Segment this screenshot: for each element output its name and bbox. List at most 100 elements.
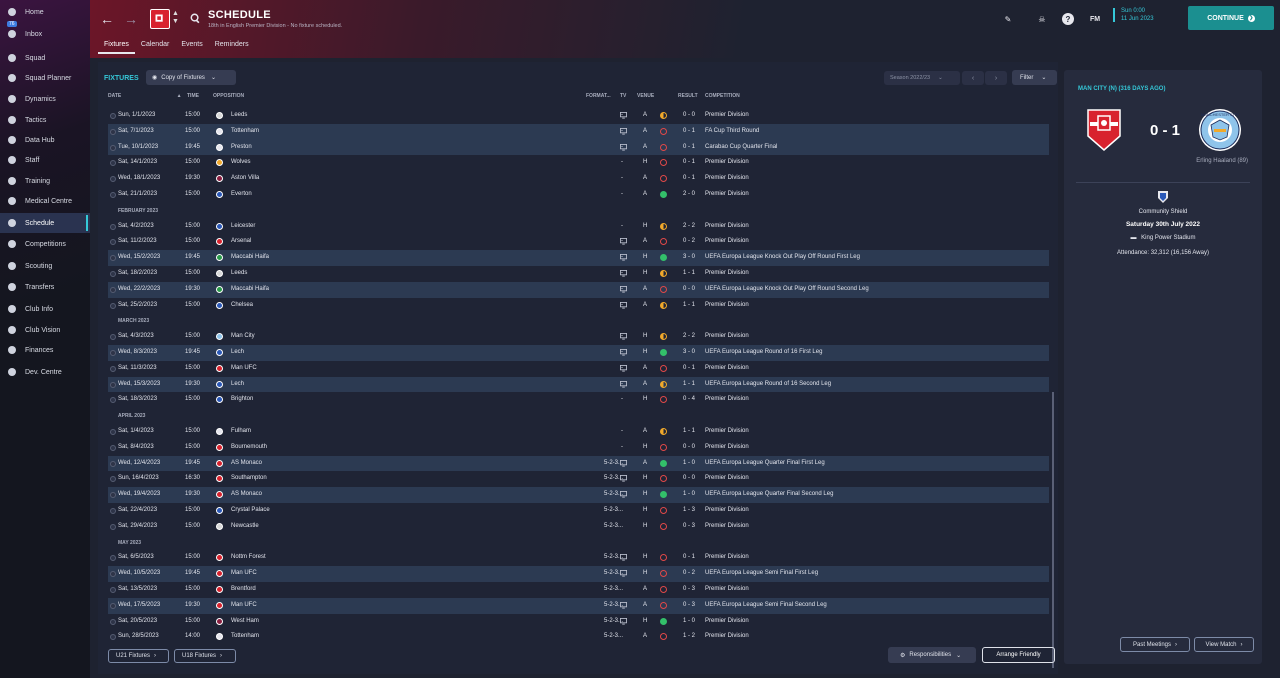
club-badge[interactable] [150, 9, 170, 29]
opponent-name[interactable]: Man City [231, 333, 255, 339]
row-select-icon[interactable] [110, 428, 116, 435]
opponent-name[interactable]: Brentford [231, 586, 256, 592]
tab-calendar[interactable]: Calendar [135, 40, 175, 54]
fixture-competition[interactable]: UEFA Europa League Round of 16 Second Le… [705, 381, 831, 387]
table-row[interactable]: Wed, 15/2/2023 19:45 Maccabi Haifa - H 3 - 0 U… [108, 250, 1049, 266]
sidebar-item-training[interactable]: Training [0, 171, 90, 191]
opponent-name[interactable]: AS Monaco [231, 491, 262, 497]
opponent-name[interactable]: Bournemouth [231, 444, 267, 450]
fixture-score[interactable]: 0 - 4 [680, 396, 698, 402]
table-row[interactable]: Sat, 11/2/2023 15:00 Arsenal - A 0 - 2 Premier… [108, 234, 1049, 250]
help-icon[interactable]: ? [1062, 13, 1074, 25]
fixture-score[interactable]: 1 - 0 [680, 491, 698, 497]
fixture-competition[interactable]: Premier Division [705, 396, 749, 402]
row-select-icon[interactable] [110, 349, 116, 356]
table-row[interactable]: Sat, 4/2/2023 15:00 Leicester - H 2 - 2 Premie… [108, 219, 1049, 235]
row-select-icon[interactable] [110, 255, 116, 262]
season-selector[interactable]: Season 2022/23 ⌄ [884, 71, 960, 85]
fixture-score[interactable]: 0 - 1 [680, 144, 698, 150]
season-prev-button[interactable]: ‹ [962, 71, 984, 85]
table-row[interactable]: Sat, 8/4/2023 15:00 Bournemouth - H 0 - 0 Prem… [108, 440, 1049, 456]
fixture-competition[interactable]: Premier Division [705, 159, 749, 165]
sidebar-item-tactics[interactable]: Tactics [0, 110, 90, 130]
fixture-score[interactable]: 0 - 1 [680, 175, 698, 181]
opponent-name[interactable]: AS Monaco [231, 460, 262, 466]
row-select-icon[interactable] [110, 555, 116, 562]
opponent-name[interactable]: Lech [231, 381, 244, 387]
sidebar-item-dev-centre[interactable]: Dev. Centre [0, 362, 90, 382]
tab-reminders[interactable]: Reminders [209, 40, 255, 54]
fixture-score[interactable]: 0 - 2 [680, 570, 698, 576]
row-select-icon[interactable] [110, 160, 116, 167]
row-select-icon[interactable] [110, 571, 116, 578]
opponent-name[interactable]: Crystal Palace [231, 507, 270, 513]
row-select-icon[interactable] [110, 602, 116, 609]
sidebar-item-scouting[interactable]: Scouting [0, 256, 90, 276]
u21-fixtures-button[interactable]: U21 Fixtures › [108, 649, 169, 663]
home-club-badge[interactable] [1086, 108, 1122, 152]
scrollbar[interactable] [1052, 392, 1054, 668]
table-row[interactable]: Sat, 22/4/2023 15:00 Crystal Palace 5-2-3..… [108, 503, 1049, 519]
fixture-competition[interactable]: Premier Division [705, 428, 749, 434]
opponent-name[interactable]: Leeds [231, 270, 247, 276]
table-row[interactable]: Sun, 16/4/2023 16:30 Southampton 5-2-3... H 0… [108, 471, 1049, 487]
opponent-name[interactable]: Tottenham [231, 128, 259, 134]
fixture-competition[interactable]: FA Cup Third Round [705, 128, 759, 134]
fixture-score[interactable]: 0 - 0 [680, 444, 698, 450]
fixture-score[interactable]: 0 - 3 [680, 586, 698, 592]
fixture-competition[interactable]: Carabao Cup Quarter Final [705, 144, 777, 150]
season-next-button[interactable]: › [985, 71, 1007, 85]
row-select-icon[interactable] [110, 444, 116, 451]
sidebar-item-squad-planner[interactable]: Squad Planner [0, 68, 90, 88]
row-select-icon[interactable] [110, 302, 116, 309]
fixture-score[interactable]: 3 - 0 [680, 349, 698, 355]
fixture-competition[interactable]: Premier Division [705, 554, 749, 560]
back-arrow-icon[interactable]: ← [100, 12, 114, 26]
table-row[interactable]: Sun, 28/5/2023 14:00 Tottenham 5-2-3... A 1 -… [108, 629, 1049, 645]
row-select-icon[interactable] [110, 618, 116, 625]
fixture-score[interactable]: 0 - 1 [680, 128, 698, 134]
row-select-icon[interactable] [110, 476, 116, 483]
row-select-icon[interactable] [110, 460, 116, 467]
fixture-score[interactable]: 2 - 2 [680, 333, 698, 339]
stadium[interactable]: ▬ King Power Stadium [1064, 235, 1262, 241]
opponent-name[interactable]: Man UFC [231, 570, 257, 576]
fixture-score[interactable]: 0 - 3 [680, 602, 698, 608]
tab-events[interactable]: Events [175, 40, 208, 54]
fixture-score[interactable]: 1 - 0 [680, 460, 698, 466]
table-row[interactable]: Wed, 10/5/2023 19:45 Man UFC 5-2-3... H 0 - 2… [108, 566, 1049, 582]
fixture-score[interactable]: 2 - 0 [680, 191, 698, 197]
table-row[interactable]: Wed, 22/2/2023 19:30 Maccabi Haifa - A 0 - 0 U… [108, 281, 1049, 298]
forward-arrow-icon[interactable]: → [124, 12, 138, 26]
table-row[interactable]: Tue, 10/1/2023 19:45 Preston - A 0 - 1 Carabao… [108, 139, 1049, 156]
continue-button[interactable]: CONTINUE ❯ [1188, 6, 1274, 30]
goal-scorer[interactable]: Erling Haaland (89) [1196, 158, 1248, 164]
opponent-name[interactable]: Everton [231, 191, 252, 197]
fixture-score[interactable]: 3 - 0 [680, 254, 698, 260]
opponent-name[interactable]: Leeds [231, 112, 247, 118]
table-row[interactable]: Sat, 18/3/2023 15:00 Brighton - H 0 - 4 Premie… [108, 392, 1049, 408]
table-row[interactable]: Sat, 25/2/2023 15:00 Chelsea - A 1 - 1 Premier… [108, 298, 1049, 314]
past-meetings-button[interactable]: Past Meetings › [1120, 637, 1190, 652]
fixture-competition[interactable]: Premier Division [705, 444, 749, 450]
row-select-icon[interactable] [110, 176, 116, 183]
fixture-score[interactable]: 0 - 3 [680, 523, 698, 529]
row-select-icon[interactable] [110, 270, 116, 277]
row-select-icon[interactable] [110, 334, 116, 341]
opponent-name[interactable]: Nottm Forest [231, 554, 266, 560]
table-row[interactable]: Sat, 6/5/2023 15:00 Nottm Forest 5-2-3... H 0… [108, 550, 1049, 566]
fixture-score[interactable]: 0 - 2 [680, 238, 698, 244]
table-row[interactable]: Sat, 13/5/2023 15:00 Brentford 5-2-3... A 0 -… [108, 582, 1049, 598]
table-row[interactable]: Sat, 14/1/2023 15:00 Wolves - H 0 - 1 Premier … [108, 155, 1049, 171]
table-row[interactable]: Wed, 18/1/2023 19:30 Aston Villa - A 0 - 1 Pre… [108, 171, 1049, 187]
opponent-name[interactable]: Wolves [231, 159, 251, 165]
row-select-icon[interactable] [110, 507, 116, 514]
fixture-score[interactable]: 0 - 0 [680, 112, 698, 118]
opponent-name[interactable]: Brighton [231, 396, 253, 402]
col-header-venue[interactable]: VENUE [637, 93, 654, 99]
fixture-score[interactable]: 2 - 2 [680, 223, 698, 229]
row-select-icon[interactable] [110, 128, 116, 135]
sidebar-item-club-info[interactable]: Club Info [0, 299, 90, 319]
sidebar-item-medical-centre[interactable]: Medical Centre [0, 191, 90, 211]
table-row[interactable]: Wed, 19/4/2023 19:30 AS Monaco 5-2-3... H 1 -… [108, 487, 1049, 503]
